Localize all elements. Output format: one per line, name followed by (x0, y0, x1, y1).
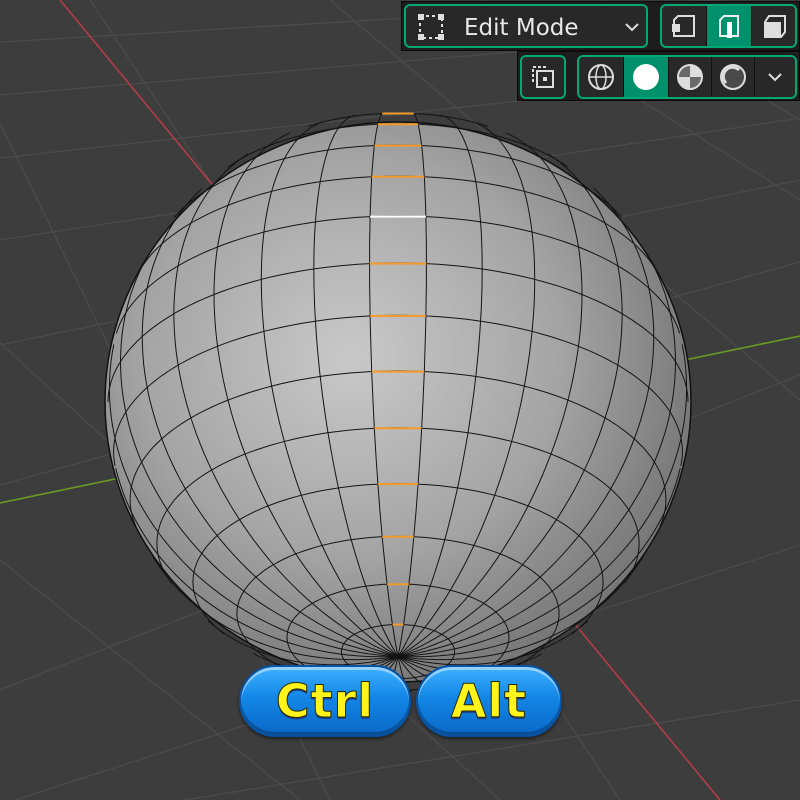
chevron-down-icon (620, 14, 644, 40)
xray-toggle-icon (522, 57, 564, 97)
edge-select-icon[interactable] (707, 6, 751, 46)
mode-selector[interactable]: Edit Mode (404, 4, 648, 48)
xray-toggle[interactable] (520, 55, 566, 99)
rendered-shading-icon[interactable] (712, 57, 754, 97)
uv-sphere[interactable] (104, 121, 692, 683)
vertex-select-icon[interactable] (662, 6, 706, 46)
face-select-icon[interactable] (752, 6, 795, 46)
3d-viewport[interactable]: Edit Mode Ctrl Alt (0, 0, 800, 800)
shading-options-chevron-icon[interactable] (755, 57, 795, 97)
ctrl-key-indicator: Ctrl (239, 665, 411, 737)
wireframe-shading-icon[interactable] (579, 57, 623, 97)
shading-group (577, 55, 797, 99)
alt-key-indicator: Alt (416, 665, 562, 737)
alt-key-label: Alt (450, 674, 528, 729)
mode-label: Edit Mode (464, 15, 579, 41)
select-mode-group (660, 4, 797, 48)
edit-mode-icon (414, 10, 448, 44)
solid-shading-icon[interactable] (624, 57, 668, 97)
material-preview-icon[interactable] (669, 57, 711, 97)
ctrl-key-label: Ctrl (275, 674, 375, 729)
